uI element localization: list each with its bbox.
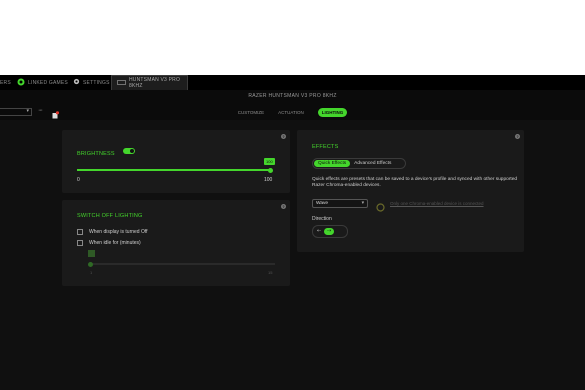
tab-settings[interactable]: SETTINGS: [73, 75, 110, 90]
idle-checkbox[interactable]: [77, 240, 83, 246]
advanced-effects-tab[interactable]: Advanced Effects: [350, 160, 395, 167]
effects-panel: ? EFFECTS Quick Effects Advanced Effects…: [297, 130, 524, 252]
tab-linked-games-label: LINKED GAMES: [28, 79, 68, 86]
tab-device-label: HUNTSMAN V3 PRO 8KHZ: [129, 77, 181, 89]
display-off-label: When display is turned Off: [89, 229, 148, 235]
direction-left-icon[interactable]: ⇠: [314, 228, 324, 235]
effects-title: EFFECTS: [312, 144, 339, 150]
keyboard-icon: [117, 79, 126, 87]
tab-partial-label: ERS: [0, 79, 11, 86]
help-icon[interactable]: ?: [281, 134, 286, 139]
brightness-value-badge: 100: [264, 158, 275, 165]
idle-slider-knob[interactable]: [88, 261, 93, 267]
razer-synapse-window: ERS LINKED GAMES SETTINGS HUNTSMAN V3 PR…: [0, 75, 585, 390]
brightness-title: BRIGHTNESS: [77, 151, 115, 157]
idle-value-badge: [88, 250, 95, 257]
subnav-actuation[interactable]: ACTUATION: [278, 110, 304, 115]
tab-partial[interactable]: ERS: [0, 75, 11, 90]
brightness-toggle[interactable]: [123, 147, 136, 154]
idle-label: When idle for (minutes): [89, 240, 141, 246]
brightness-slider-fill: [77, 169, 270, 171]
effects-type-switch: Quick Effects Advanced Effects: [312, 158, 406, 169]
tab-linked-games[interactable]: LINKED GAMES: [17, 75, 68, 90]
help-icon[interactable]: ?: [281, 204, 286, 209]
brightness-panel: ? BRIGHTNESS 100 0 100: [62, 130, 290, 193]
top-tab-bar: ERS LINKED GAMES SETTINGS HUNTSMAN V3 PR…: [0, 75, 585, 90]
direction-switch: ⇠ ⇢: [312, 225, 348, 238]
brightness-header: BRIGHTNESS: [77, 142, 136, 160]
effect-select-value: Wave: [316, 201, 329, 206]
chroma-sync-icon: [376, 199, 385, 217]
linked-games-icon: [17, 78, 25, 88]
brightness-slider-knob[interactable]: [267, 167, 273, 173]
gear-icon: [73, 78, 80, 87]
tab-settings-label: SETTINGS: [83, 79, 110, 86]
subnav-customize[interactable]: CUSTOMIZE: [238, 110, 264, 115]
device-title: RAZER HUNTSMAN V3 PRO 8KHZ: [248, 93, 337, 99]
quick-effects-tab[interactable]: Quick Effects: [314, 160, 351, 167]
chroma-sync-link[interactable]: Only one Chroma-enabled device is connec…: [390, 201, 484, 206]
switch-off-title: SWITCH OFF LIGHTING: [77, 213, 143, 219]
help-icon[interactable]: ?: [515, 134, 520, 139]
idle-min-label: 1: [90, 270, 93, 275]
brightness-slider[interactable]: [77, 169, 270, 171]
device-subnav: CUSTOMIZE ACTUATION LIGHTING: [0, 108, 585, 117]
effect-select[interactable]: Wave ▾: [312, 199, 368, 208]
chevron-down-icon: ▾: [361, 201, 364, 206]
brightness-max-label: 100: [264, 177, 273, 183]
effects-description: Quick effects are presets that can be sa…: [312, 177, 518, 188]
idle-slider[interactable]: [90, 263, 275, 265]
tab-device[interactable]: HUNTSMAN V3 PRO 8KHZ: [111, 75, 188, 90]
switch-off-panel: ? SWITCH OFF LIGHTING When display is tu…: [62, 200, 290, 286]
direction-label: Direction: [312, 216, 332, 222]
display-off-checkbox[interactable]: [77, 229, 83, 235]
direction-right-icon[interactable]: ⇢: [324, 228, 335, 235]
device-header: ▾ ··· RAZER HUNTSMAN V3 PRO 8KHZ CUSTOMI…: [0, 90, 585, 120]
idle-max-label: 15: [268, 270, 273, 275]
subnav-lighting[interactable]: LIGHTING: [317, 108, 348, 117]
brightness-min-label: 0: [77, 177, 80, 183]
